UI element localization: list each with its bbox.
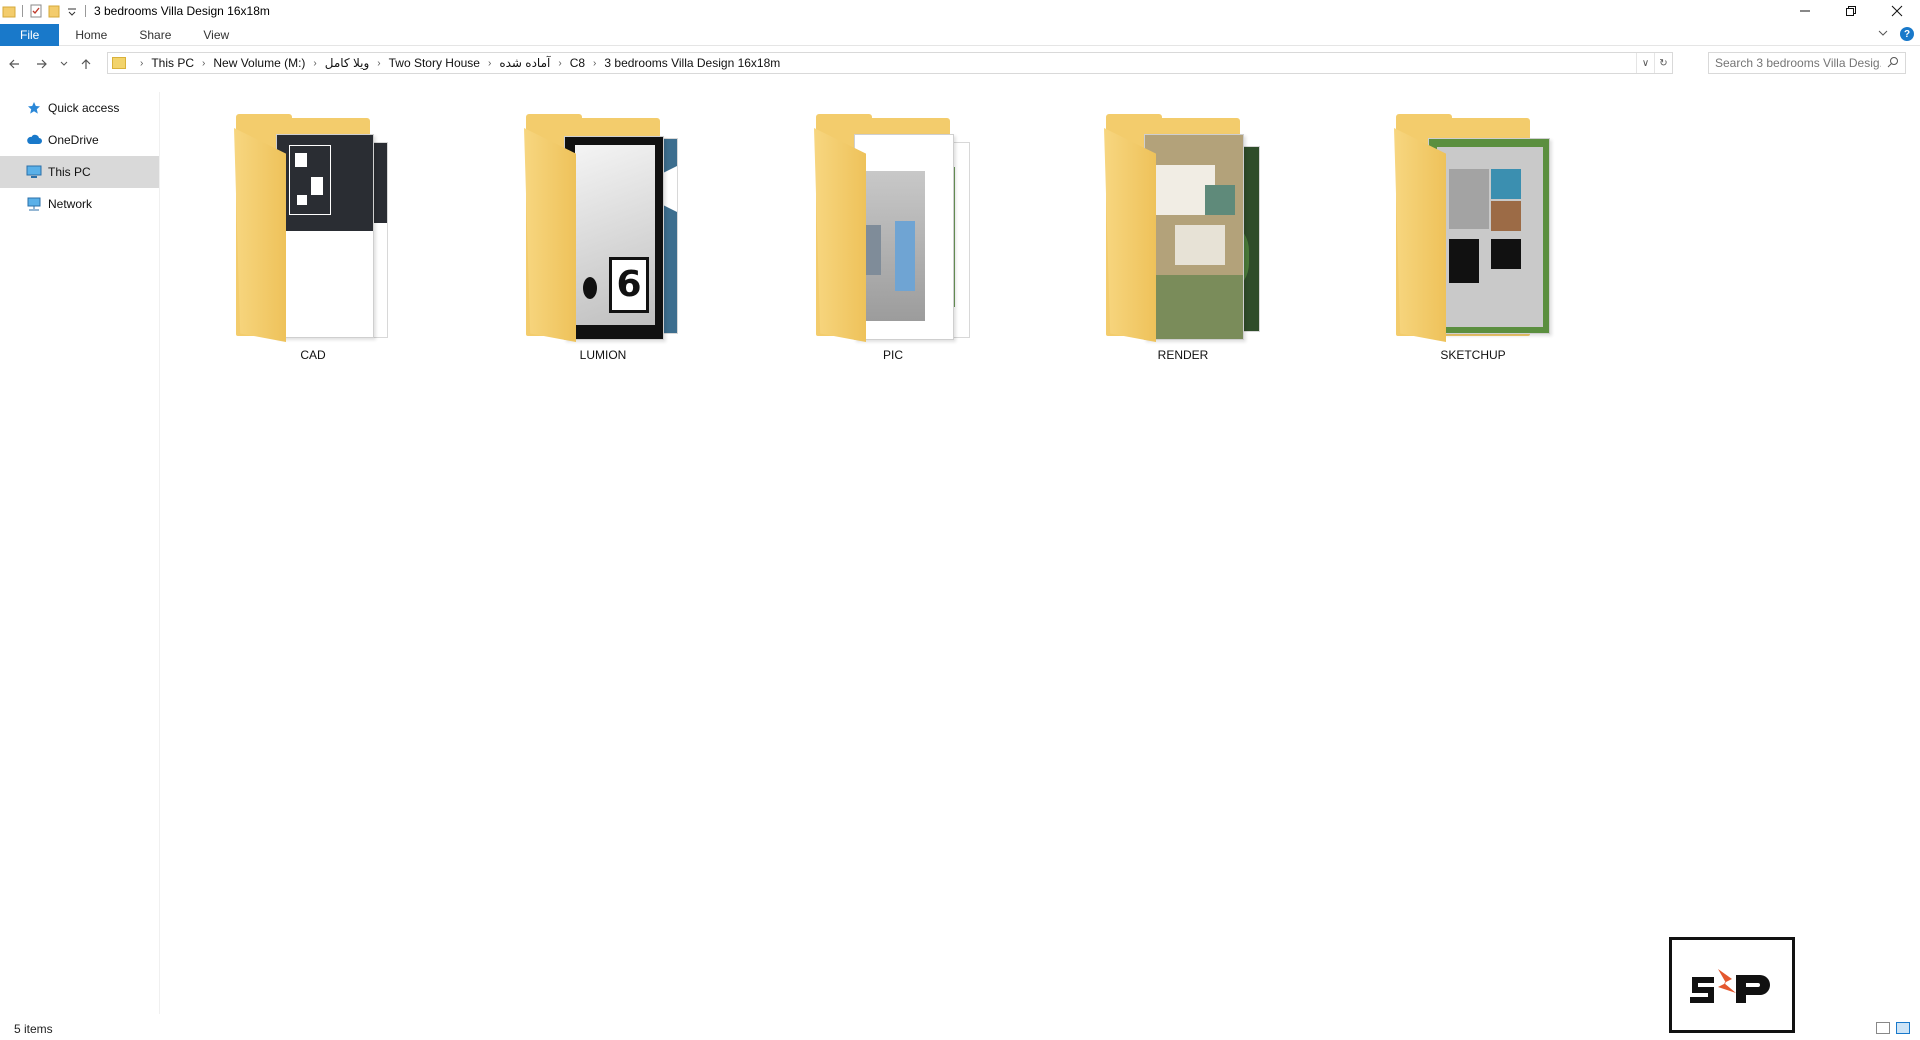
folder-name: SKETCHUP <box>1440 348 1506 362</box>
toolbar-separator <box>85 5 86 17</box>
customize-toolbar-chevron-icon[interactable] <box>65 4 79 18</box>
breadcrumb-current-folder[interactable]: 3 bedrooms Villa Design 16x18m <box>604 56 780 70</box>
preview-page <box>276 134 374 338</box>
toolbar-separator <box>22 5 23 17</box>
help-icon[interactable]: ? <box>1900 27 1914 41</box>
address-bar-actions: ∨ ↻ <box>1636 53 1672 73</box>
folder-thumbnail <box>1098 114 1268 346</box>
folder-front-flap <box>234 128 286 342</box>
chevron-right-icon[interactable]: › <box>558 58 561 69</box>
title-bar: 3 bedrooms Villa Design 16x18m <box>0 0 1920 22</box>
chevron-right-icon[interactable]: › <box>313 58 316 69</box>
window-controls <box>1782 0 1920 22</box>
up-button[interactable] <box>72 52 100 76</box>
chevron-right-icon[interactable]: › <box>377 58 380 69</box>
star-icon <box>26 100 42 116</box>
folder-icon <box>112 57 126 69</box>
chevron-right-icon[interactable]: › <box>202 58 205 69</box>
folder-front-flap <box>524 128 576 342</box>
folder-icon <box>2 4 16 18</box>
preview-page <box>854 134 954 340</box>
search-icon[interactable] <box>1887 56 1899 71</box>
breadcrumb: › This PC › New Volume (M:) › ویلا کامل … <box>132 56 780 70</box>
folder-thumbnail <box>228 114 398 346</box>
preview-page <box>1144 134 1244 340</box>
breadcrumb-villa-kamel[interactable]: ویلا کامل <box>325 56 370 70</box>
refresh-icon[interactable]: ↻ <box>1654 53 1672 73</box>
tab-file[interactable]: File <box>0 23 60 46</box>
folder-front-flap <box>814 128 866 342</box>
breadcrumb-amade-shode[interactable]: آماده شده <box>499 56 550 70</box>
chevron-right-icon[interactable]: › <box>488 58 491 69</box>
cloud-icon <box>26 132 42 148</box>
folder-item-lumion[interactable]: 6 LUMION <box>518 114 688 366</box>
preview-page <box>1428 138 1550 334</box>
breadcrumb-new-volume[interactable]: New Volume (M:) <box>213 56 305 70</box>
item-count: 5 items <box>14 1022 53 1036</box>
sidebar-item-label: Quick access <box>48 101 120 115</box>
folder-front-flap <box>1104 128 1156 342</box>
sidebar-item-quick-access[interactable]: Quick access <box>0 92 159 124</box>
sidebar-item-label: This PC <box>48 165 91 179</box>
breadcrumb-two-story-house[interactable]: Two Story House <box>389 56 480 70</box>
properties-icon[interactable] <box>29 4 43 18</box>
window-title: 3 bedrooms Villa Design 16x18m <box>94 4 270 18</box>
ribbon-tabs: File Home Share View ? <box>0 23 1920 46</box>
view-toggle <box>1876 1022 1910 1034</box>
computer-icon <box>26 164 42 180</box>
close-button[interactable] <box>1874 0 1920 22</box>
search-box[interactable] <box>1708 52 1906 74</box>
ribbon-right-controls: ? <box>1878 27 1914 41</box>
restore-button[interactable] <box>1828 0 1874 22</box>
navigation-bar: › This PC › New Volume (M:) › ویلا کامل … <box>0 50 1920 78</box>
back-button[interactable] <box>0 52 28 76</box>
network-icon <box>26 196 42 212</box>
logo-mark <box>1690 969 1770 1003</box>
tab-home[interactable]: Home <box>59 24 123 46</box>
sidebar-item-label: Network <box>48 197 93 211</box>
details-view-icon[interactable] <box>1876 1022 1890 1034</box>
breadcrumb-c8[interactable]: C8 <box>570 56 585 70</box>
folder-name: PIC <box>882 348 903 362</box>
folder-name: LUMION <box>579 348 627 362</box>
folder-front-flap <box>1394 128 1446 342</box>
file-list: CAD 6 LUMION PIC RENDER SKETCHUP <box>162 92 1912 1012</box>
sidebar-item-network[interactable]: Network <box>0 188 159 220</box>
folder-item-sketchup[interactable]: SKETCHUP <box>1388 114 1558 366</box>
forward-button[interactable] <box>28 52 56 76</box>
search-input[interactable] <box>1715 56 1881 70</box>
folder-item-render[interactable]: RENDER <box>1098 114 1268 366</box>
address-dropdown-chevron-icon[interactable]: ∨ <box>1636 53 1654 73</box>
sidebar-item-onedrive[interactable]: OneDrive <box>0 124 159 156</box>
breadcrumb-this-pc[interactable]: This PC <box>151 56 194 70</box>
folder-item-pic[interactable]: PIC <box>808 114 978 366</box>
status-bar: 5 items <box>0 1018 1920 1040</box>
folder-thumbnail <box>808 114 978 346</box>
preview-page: 6 <box>564 136 664 340</box>
chevron-right-icon[interactable]: › <box>593 58 596 69</box>
quick-access-toolbar <box>0 0 88 22</box>
large-icons-view-icon[interactable] <box>1896 1022 1910 1034</box>
expand-ribbon-chevron-icon[interactable] <box>1878 27 1888 41</box>
folder-item-cad[interactable]: CAD <box>228 114 398 366</box>
folder-name: RENDER <box>1157 348 1209 362</box>
minimize-button[interactable] <box>1782 0 1828 22</box>
folder-thumbnail: 6 <box>518 114 688 346</box>
recent-locations-button[interactable] <box>56 52 72 76</box>
folder-thumbnail <box>1388 114 1558 346</box>
address-bar[interactable]: › This PC › New Volume (M:) › ویلا کامل … <box>107 52 1673 74</box>
new-folder-icon[interactable] <box>47 4 61 18</box>
chevron-right-icon[interactable]: › <box>140 58 143 69</box>
tab-view[interactable]: View <box>187 24 245 46</box>
sidebar-item-label: OneDrive <box>48 133 99 147</box>
navigation-pane: Quick access OneDrive This PC Network <box>0 92 160 1014</box>
tab-share[interactable]: Share <box>123 24 187 46</box>
sidebar-item-this-pc[interactable]: This PC <box>0 156 159 188</box>
folder-name: CAD <box>300 348 326 362</box>
